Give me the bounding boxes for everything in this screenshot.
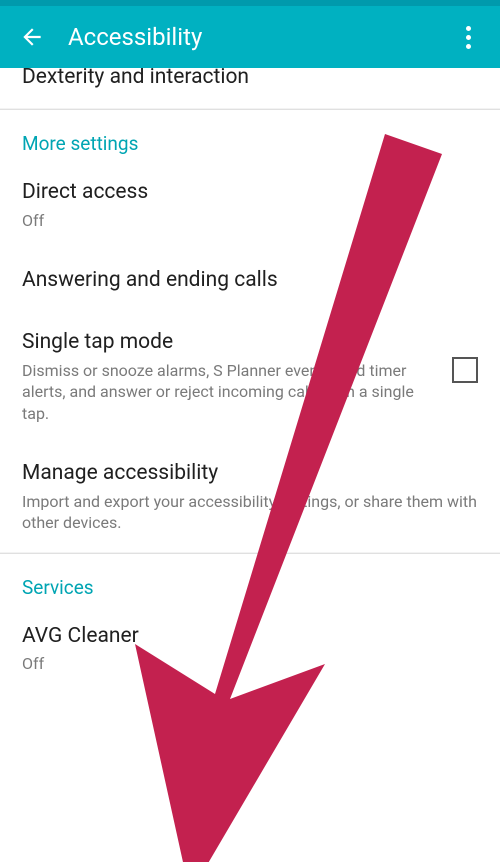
setting-manage-accessibility[interactable]: Manage accessibility Import and export y… [0,442,500,551]
setting-title: Answering and ending calls [22,267,478,293]
overflow-menu-button[interactable] [450,19,486,55]
setting-subtitle: Dismiss or snooze alarms, S Planner even… [22,360,434,425]
setting-subtitle: Import and export your accessibility set… [22,491,478,534]
setting-title: Single tap mode [22,329,434,355]
setting-title: AVG Cleaner [22,623,478,649]
setting-answering-ending-calls[interactable]: Answering and ending calls [0,249,500,311]
setting-avg-cleaner[interactable]: AVG Cleaner Off [0,605,500,693]
setting-dexterity-interaction[interactable]: Dexterity and interaction [0,68,500,108]
setting-subtitle: Off [22,653,478,675]
setting-title: Direct access [22,179,478,205]
action-bar: Accessibility [0,6,500,68]
arrow-left-icon [19,24,45,50]
setting-single-tap-mode[interactable]: Single tap mode Dismiss or snooze alarms… [0,311,500,442]
back-button[interactable] [14,19,50,55]
single-tap-checkbox[interactable] [452,357,478,383]
setting-title: Manage accessibility [22,460,478,486]
setting-direct-access[interactable]: Direct access Off [0,161,500,249]
section-services: Services [0,554,500,605]
section-more-settings: More settings [0,110,500,161]
setting-subtitle: Off [22,210,478,232]
setting-title: Dexterity and interaction [22,68,478,90]
page-title: Accessibility [68,23,450,51]
more-vertical-icon [466,26,471,49]
content-area: Dexterity and interaction More settings … [0,68,500,862]
